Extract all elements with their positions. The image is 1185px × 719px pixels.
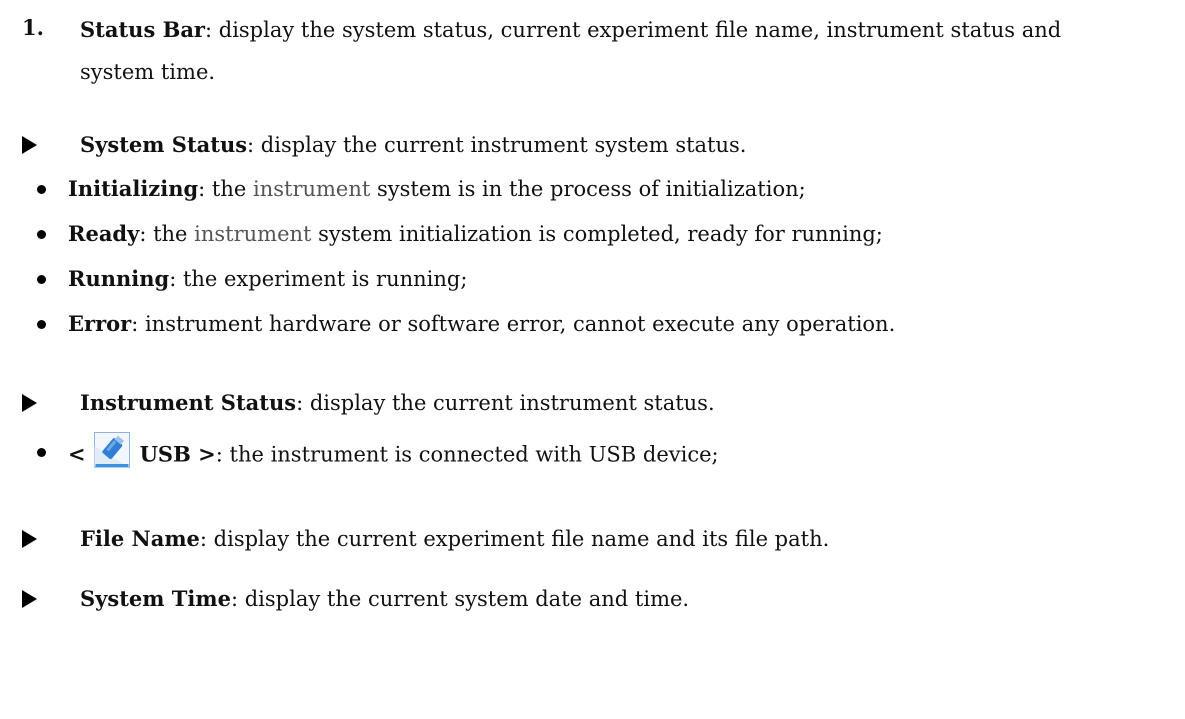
- bullet-icon: [37, 448, 46, 457]
- status-text: : the: [139, 222, 195, 246]
- arrow-bullet-icon: [22, 136, 37, 154]
- status-text: : instrument hardware or software error,…: [131, 312, 896, 336]
- section-number: 1.: [22, 15, 44, 40]
- status-item-running: Running: the experiment is running;: [68, 264, 467, 294]
- instrument-status-line: Instrument Status: display the current i…: [80, 388, 715, 418]
- instrument-status-title: Instrument Status: [80, 390, 297, 415]
- bullet-icon: [37, 230, 46, 239]
- status-term: Initializing: [68, 176, 199, 201]
- usb-open-bracket: <: [68, 441, 86, 467]
- system-status-line: System Status: display the current instr…: [80, 130, 746, 160]
- section-description-continued: system time.: [80, 60, 216, 84]
- file-name-title: File Name: [80, 526, 200, 551]
- usb-text: : the instrument is connected with USB d…: [215, 442, 719, 467]
- instrument-status-text: : display the current instrument status.: [296, 391, 715, 415]
- section-heading-line: Status Bar: display the system status, c…: [80, 15, 1061, 45]
- status-text: : the: [198, 177, 253, 201]
- usb-label: USB >: [139, 441, 216, 467]
- arrow-bullet-icon: [22, 394, 37, 412]
- bullet-icon: [37, 275, 46, 284]
- status-item-initializing: Initializing: the instrument system is i…: [68, 174, 806, 204]
- usb-drive-icon: [93, 432, 130, 468]
- status-item-error: Error: instrument hardware or software e…: [68, 309, 895, 339]
- bullet-icon: [37, 185, 46, 194]
- status-term: Error: [68, 311, 132, 336]
- status-text: system is in the process of initializati…: [370, 177, 806, 201]
- system-status-text: : display the current instrument system …: [247, 133, 747, 157]
- status-text: instrument: [194, 222, 312, 246]
- status-text: instrument: [253, 177, 371, 201]
- system-time-text: : display the current system date and ti…: [230, 587, 690, 611]
- bullet-icon: [37, 320, 46, 329]
- usb-status-line: < USB >: the instrument is connected wit…: [68, 432, 719, 474]
- file-name-text: : display the current experiment file na…: [199, 527, 830, 551]
- file-name-line: File Name: display the current experimen…: [80, 524, 829, 554]
- section-description: : display the system status, current exp…: [205, 18, 1062, 42]
- arrow-bullet-icon: [22, 530, 37, 548]
- status-text: system initialization is completed, read…: [311, 222, 883, 246]
- status-text: : the experiment is running;: [169, 267, 468, 291]
- system-status-title: System Status: [80, 132, 248, 157]
- arrow-bullet-icon: [22, 590, 37, 608]
- status-term: Running: [68, 266, 170, 291]
- system-time-title: System Time: [80, 586, 231, 611]
- section-title: Status Bar: [80, 17, 205, 42]
- status-item-ready: Ready: the instrument system initializat…: [68, 219, 883, 249]
- status-term: Ready: [68, 221, 140, 246]
- system-time-line: System Time: display the current system …: [80, 584, 689, 614]
